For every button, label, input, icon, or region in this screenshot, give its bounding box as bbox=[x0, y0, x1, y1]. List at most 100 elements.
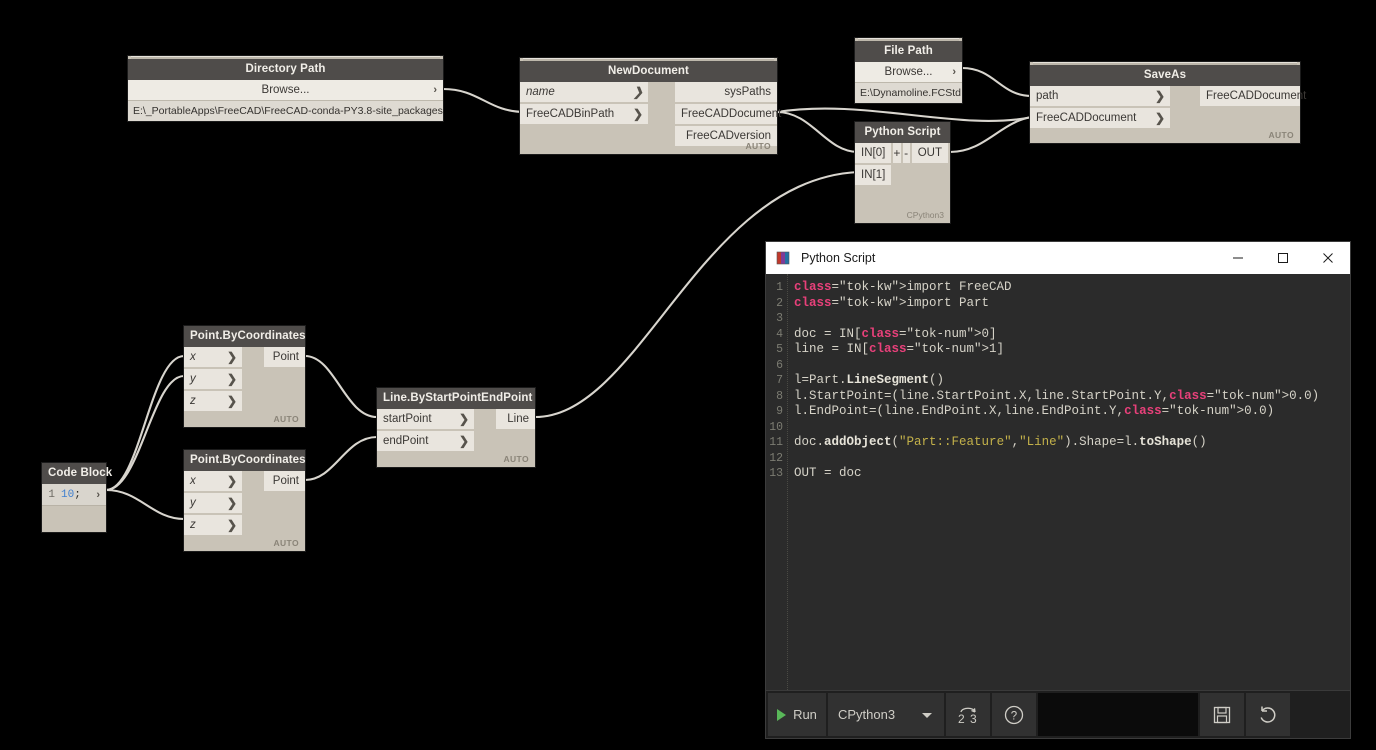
input-port-path[interactable]: path ❯ bbox=[1030, 86, 1170, 106]
output-port-freecaddocument[interactable]: FreeCADDocument bbox=[1200, 86, 1300, 106]
node-point-bycoordinates-2[interactable]: Point.ByCoordinates x ❯ y ❯ z ❯ bbox=[184, 450, 305, 551]
input-ports: path ❯ FreeCADDocument ❯ bbox=[1030, 86, 1170, 130]
output-port-chevron-icon[interactable]: › bbox=[433, 80, 437, 101]
input-port-label: z bbox=[190, 519, 196, 531]
dynamo-canvas[interactable]: Directory Path Browse... › E:\_PortableA… bbox=[0, 0, 1376, 750]
input-port-z[interactable]: z ❯ bbox=[184, 515, 242, 535]
node-directory-path[interactable]: Directory Path Browse... › E:\_PortableA… bbox=[128, 56, 443, 121]
output-ports: Point bbox=[264, 471, 305, 537]
line-number: 13 bbox=[766, 466, 783, 482]
close-button[interactable] bbox=[1305, 242, 1350, 274]
help-button[interactable]: ? bbox=[992, 693, 1036, 736]
browse-button[interactable]: Browse... › bbox=[128, 80, 443, 101]
node-engine-badge: CPython3 bbox=[907, 210, 944, 220]
remove-input-button[interactable]: - bbox=[903, 143, 910, 163]
line-number: 6 bbox=[766, 358, 783, 374]
input-port-y[interactable]: y ❯ bbox=[184, 369, 242, 389]
input-port-freecaddocument[interactable]: FreeCADDocument ❯ bbox=[1030, 108, 1170, 128]
chevron-right-icon: ❯ bbox=[227, 471, 237, 491]
node-new-document[interactable]: NewDocument name ❯ FreeCADBinPath ❯ sysP… bbox=[520, 58, 777, 154]
code-block-value: 10 bbox=[61, 489, 74, 501]
browse-button[interactable]: Browse... › bbox=[855, 62, 962, 83]
input-port-label: z bbox=[190, 395, 196, 407]
input-port-x[interactable]: x ❯ bbox=[184, 347, 242, 367]
run-button[interactable]: Run bbox=[768, 693, 826, 736]
chevron-right-icon: ❯ bbox=[227, 347, 237, 367]
output-ports: FreeCADDocument bbox=[1200, 86, 1300, 130]
input-port-label: FreeCADDocument bbox=[1036, 112, 1136, 124]
node-line-bystartpointendpoint[interactable]: Line.ByStartPointEndPoint startPoint ❯ e… bbox=[377, 388, 535, 467]
input-port-endpoint[interactable]: endPoint ❯ bbox=[377, 431, 474, 451]
line-number: 12 bbox=[766, 451, 783, 467]
line-number: 4 bbox=[766, 327, 783, 343]
node-title: Line.ByStartPointEndPoint bbox=[377, 388, 535, 409]
code-text[interactable]: class="tok-kw">import FreeCADclass="tok-… bbox=[788, 274, 1350, 690]
input-port-freecadbinpath[interactable]: FreeCADBinPath ❯ bbox=[520, 104, 648, 124]
input-port-in0[interactable]: IN[0] bbox=[855, 143, 891, 163]
add-input-button[interactable]: + bbox=[893, 143, 900, 163]
python-script-editor-window[interactable]: Python Script 12345678910111213 class="t… bbox=[765, 241, 1351, 739]
input-port-x[interactable]: x ❯ bbox=[184, 471, 242, 491]
node-code-block[interactable]: Code Block 1 10; › bbox=[42, 463, 106, 532]
input-port-y[interactable]: y ❯ bbox=[184, 493, 242, 513]
output-ports: Point bbox=[264, 347, 305, 413]
node-python-script[interactable]: Python Script IN[0] + - OUT IN[1] CPytho… bbox=[855, 122, 950, 223]
node-body: x ❯ y ❯ z ❯ Point AUTO bbox=[184, 471, 305, 551]
code-block-code[interactable]: 10; bbox=[58, 489, 81, 501]
python-2-to-3-icon: 2 3 bbox=[956, 704, 980, 726]
code-line bbox=[794, 420, 1350, 436]
node-file-path[interactable]: File Path Browse... › E:\Dynamoline.FCSt… bbox=[855, 38, 962, 103]
file-path-value: E:\Dynamoline.FCStd bbox=[855, 83, 962, 103]
chevron-right-icon: ❯ bbox=[459, 431, 469, 451]
output-port-chevron-icon[interactable]: › bbox=[96, 484, 100, 506]
browse-label: Browse... bbox=[885, 66, 933, 78]
python-node-row-0: IN[0] + - OUT bbox=[855, 143, 950, 165]
input-port-z[interactable]: z ❯ bbox=[184, 391, 242, 411]
input-port-startpoint[interactable]: startPoint ❯ bbox=[377, 409, 474, 429]
code-line: line = IN[class="tok-num">1] bbox=[794, 342, 1350, 358]
node-auto-badge: AUTO bbox=[273, 414, 299, 424]
minimize-button[interactable] bbox=[1215, 242, 1260, 274]
output-port-freecaddocument[interactable]: FreeCADDocument bbox=[675, 104, 777, 124]
input-port-label: y bbox=[190, 497, 196, 509]
editor-toolbar[interactable]: Run CPython3 2 3 ? bbox=[766, 690, 1350, 738]
input-port-label: x bbox=[190, 351, 196, 363]
output-port-out[interactable]: OUT bbox=[912, 143, 948, 163]
window-titlebar[interactable]: Python Script bbox=[766, 242, 1350, 274]
chevron-right-icon: ❯ bbox=[227, 369, 237, 389]
output-port-point[interactable]: Point bbox=[264, 347, 305, 367]
chevron-right-icon: ❯ bbox=[459, 409, 469, 429]
output-port-line[interactable]: Line bbox=[496, 409, 535, 429]
node-title: Directory Path bbox=[128, 59, 443, 80]
engine-select[interactable]: CPython3 bbox=[828, 693, 944, 736]
input-port-in1[interactable]: IN[1] bbox=[855, 165, 891, 185]
code-line: doc = IN[class="tok-num">0] bbox=[794, 327, 1350, 343]
code-line: l.StartPoint=(line.StartPoint.X,line.Sta… bbox=[794, 389, 1350, 405]
maximize-button[interactable] bbox=[1260, 242, 1305, 274]
node-body: startPoint ❯ endPoint ❯ Line AUTO bbox=[377, 409, 535, 467]
node-body: x ❯ y ❯ z ❯ Point AUTO bbox=[184, 347, 305, 427]
code-editor-area[interactable]: 12345678910111213 class="tok-kw">import … bbox=[766, 274, 1350, 690]
migrate-2to3-button[interactable]: 2 3 bbox=[946, 693, 990, 736]
output-port-point[interactable]: Point bbox=[264, 471, 305, 491]
save-button[interactable] bbox=[1200, 693, 1244, 736]
output-port-syspaths[interactable]: sysPaths bbox=[675, 82, 777, 102]
node-body: path ❯ FreeCADDocument ❯ FreeCADDocument… bbox=[1030, 86, 1300, 143]
chevron-right-icon: ❯ bbox=[227, 493, 237, 513]
node-save-as[interactable]: SaveAs path ❯ FreeCADDocument ❯ FreeCADD… bbox=[1030, 62, 1300, 143]
input-port-name[interactable]: name ❯ bbox=[520, 82, 648, 102]
save-floppy-icon bbox=[1212, 705, 1232, 725]
output-port-chevron-icon[interactable]: › bbox=[952, 62, 956, 83]
node-point-bycoordinates-1[interactable]: Point.ByCoordinates x ❯ y ❯ z ❯ bbox=[184, 326, 305, 427]
revert-button[interactable] bbox=[1246, 693, 1290, 736]
line-number: 10 bbox=[766, 420, 783, 436]
node-title: NewDocument bbox=[520, 61, 777, 82]
input-ports: name ❯ FreeCADBinPath ❯ bbox=[520, 82, 648, 148]
node-auto-badge: AUTO bbox=[273, 538, 299, 548]
code-block-editor[interactable]: 1 10; › bbox=[42, 484, 106, 506]
code-block-suffix: ; bbox=[74, 489, 81, 501]
input-ports: x ❯ y ❯ z ❯ bbox=[184, 471, 242, 537]
node-title: SaveAs bbox=[1030, 65, 1300, 86]
line-number: 5 bbox=[766, 342, 783, 358]
node-title: File Path bbox=[855, 41, 962, 62]
